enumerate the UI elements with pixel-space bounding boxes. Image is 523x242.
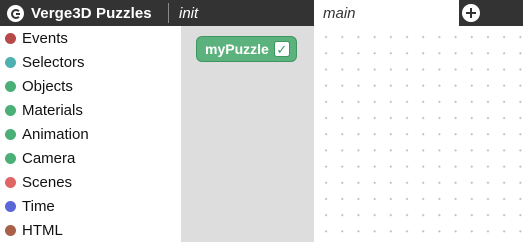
category-label: Animation	[22, 125, 89, 143]
category-label: Materials	[22, 101, 83, 119]
block-label: myPuzzle	[205, 41, 269, 57]
checkmark-icon[interactable]: ✓	[273, 41, 290, 57]
toolbox-sidebar: Events Selectors Objects Materials Anima…	[0, 26, 181, 242]
category-time[interactable]: Time	[0, 194, 181, 218]
category-color-dot	[5, 152, 16, 164]
category-events[interactable]: Events	[0, 26, 181, 50]
category-color-dot	[5, 200, 16, 212]
category-html[interactable]: HTML	[0, 218, 181, 242]
category-color-dot	[5, 104, 16, 116]
category-materials[interactable]: Materials	[0, 98, 181, 122]
workspace-canvas[interactable]	[314, 26, 523, 242]
category-color-dot	[5, 56, 16, 68]
category-label: Objects	[22, 77, 73, 95]
category-selectors[interactable]: Selectors	[0, 50, 181, 74]
category-camera[interactable]: Camera	[0, 146, 181, 170]
category-label: Selectors	[22, 53, 85, 71]
category-animation[interactable]: Animation	[0, 122, 181, 146]
category-objects[interactable]: Objects	[0, 74, 181, 98]
category-label: HTML	[22, 221, 63, 239]
plus-icon[interactable]	[462, 4, 480, 22]
category-color-dot	[5, 176, 16, 188]
category-label: Scenes	[22, 173, 73, 191]
tab-init[interactable]: init	[169, 0, 314, 26]
category-label: Time	[22, 197, 55, 215]
app-brand: Verge3D Puzzles	[0, 0, 168, 26]
category-color-dot	[5, 224, 16, 236]
category-scenes[interactable]: Scenes	[0, 170, 181, 194]
category-color-dot	[5, 32, 16, 44]
app-title: Verge3D Puzzles	[31, 4, 152, 22]
tab-main[interactable]: main	[314, 0, 459, 26]
category-label: Camera	[22, 149, 76, 167]
my-puzzle-block[interactable]: myPuzzle ✓	[196, 36, 297, 62]
category-color-dot	[5, 80, 16, 92]
top-bar: Verge3D Puzzles init main	[0, 0, 523, 26]
category-color-dot	[5, 128, 16, 140]
verge3d-logo-icon	[7, 4, 24, 22]
category-label: Events	[22, 29, 68, 47]
